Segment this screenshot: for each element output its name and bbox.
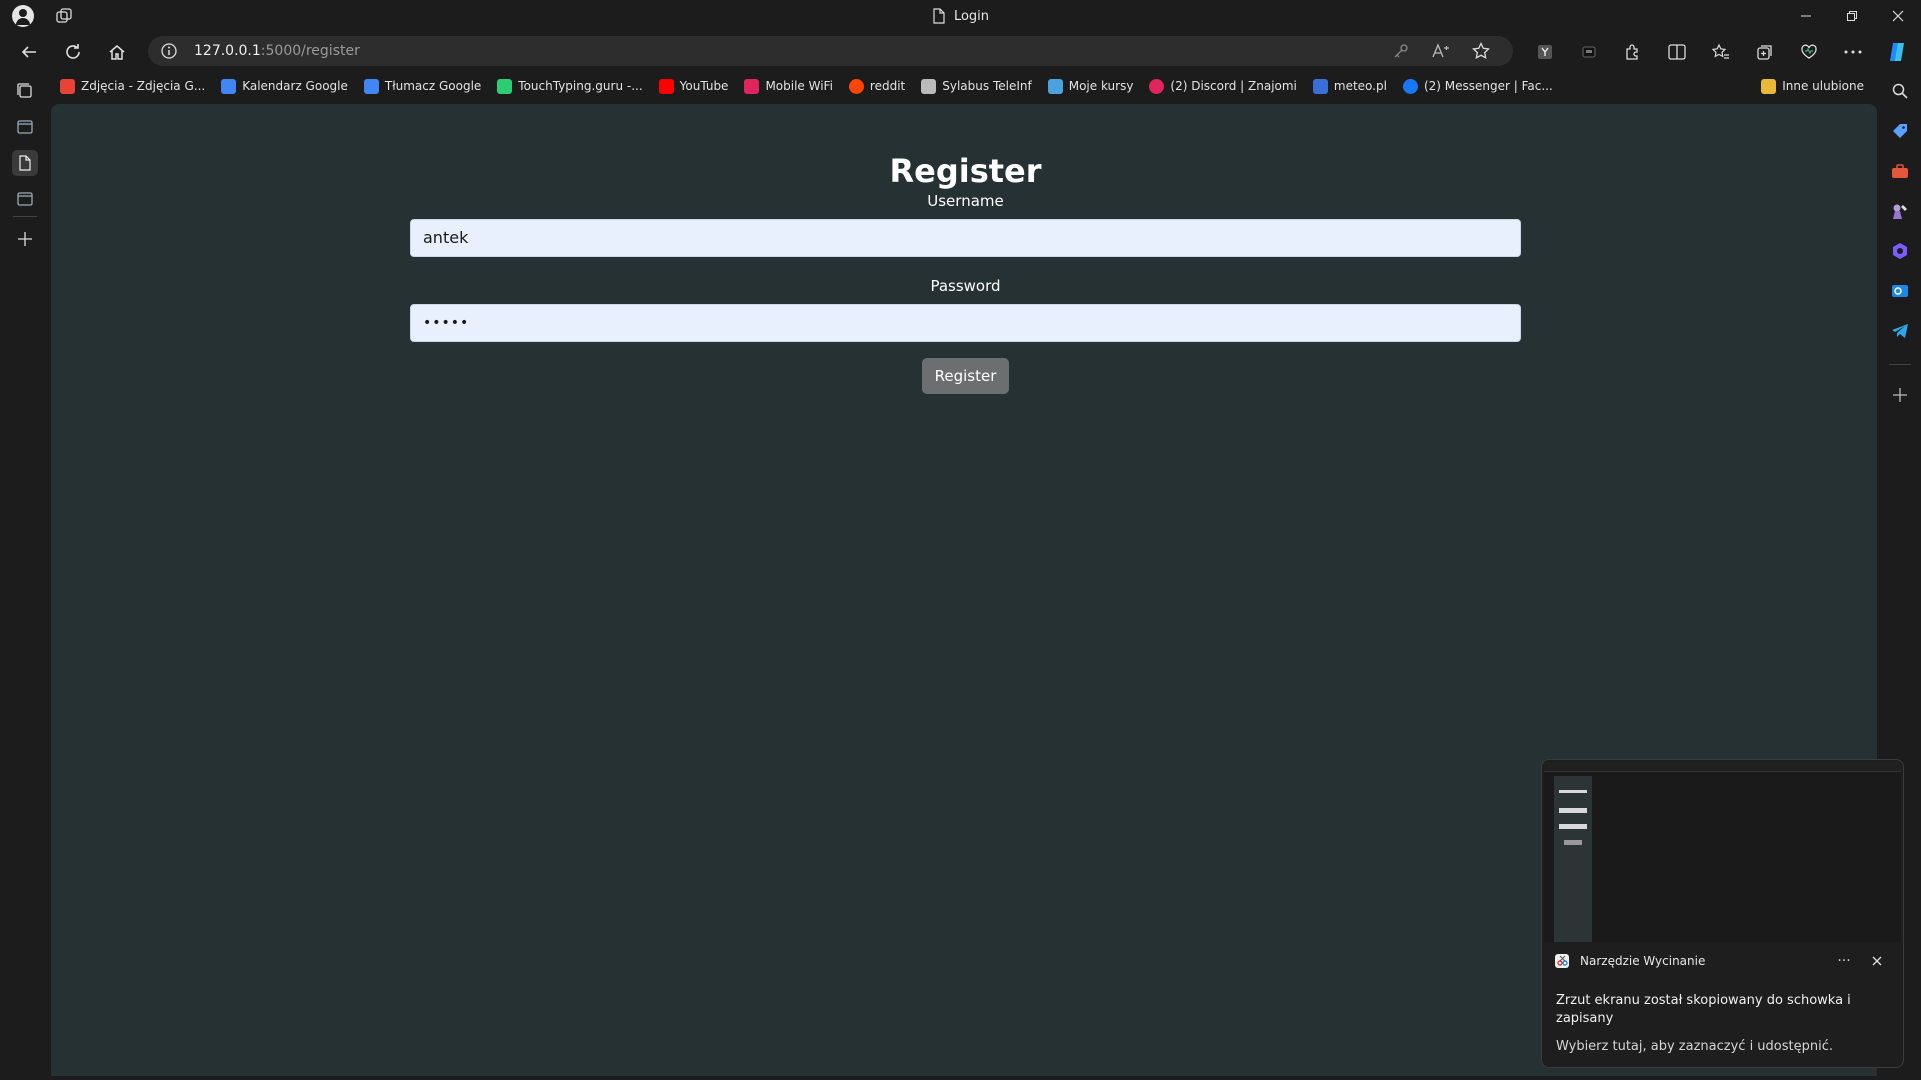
screenshot-thumbnail[interactable] <box>1544 762 1901 942</box>
key-icon[interactable] <box>1391 41 1411 61</box>
favorite-item[interactable]: (2) Discord | Znajomi <box>1141 73 1304 99</box>
window-title-text: Login <box>953 8 990 24</box>
favorite-item[interactable]: meteo.pl <box>1305 73 1395 99</box>
tab-item-icon[interactable] <box>12 114 38 140</box>
extension-mask-icon[interactable] <box>1577 40 1601 64</box>
more-options-icon[interactable] <box>1841 40 1865 64</box>
extension-y-icon[interactable] <box>1533 40 1557 64</box>
vertical-tab-bar <box>0 72 50 1080</box>
favorite-item[interactable]: YouTube <box>651 73 737 99</box>
favorite-favicon-icon <box>60 78 75 94</box>
favorite-item[interactable]: reddit <box>841 73 913 99</box>
register-button[interactable]: Register <box>922 358 1009 394</box>
add-sidebar-app-icon[interactable] <box>1889 384 1911 406</box>
favorite-item[interactable]: Moje kursy <box>1040 73 1142 99</box>
favorite-favicon-icon <box>1149 78 1165 94</box>
tab-item-icon[interactable] <box>12 186 38 212</box>
favorite-star-icon[interactable] <box>1471 41 1491 61</box>
restore-button[interactable] <box>1829 0 1875 32</box>
favorite-item[interactable]: Kalendarz Google <box>213 73 356 99</box>
tools-icon[interactable] <box>1889 160 1911 182</box>
notification-message: Zrzut ekranu został skopiowany do schowk… <box>1556 993 1851 1026</box>
snipping-tool-icon <box>1554 953 1570 969</box>
folder-icon <box>1761 78 1777 94</box>
tab-actions-icon[interactable] <box>12 78 38 104</box>
password-input[interactable]: ••••• <box>410 304 1521 342</box>
telegram-icon[interactable] <box>1889 320 1911 342</box>
favorite-favicon-icon <box>1312 78 1328 94</box>
address-bar[interactable]: 127.0.0.1:5000/register <box>148 36 1513 66</box>
shopping-tag-icon[interactable] <box>1889 120 1911 142</box>
active-tab-icon[interactable] <box>12 150 38 176</box>
window-title: Login <box>0 0 1921 32</box>
new-tab-icon[interactable] <box>12 226 38 252</box>
navigation-bar: 127.0.0.1:5000/register <box>0 32 1921 70</box>
page-title: Register <box>889 152 1042 190</box>
favorite-favicon-icon <box>658 78 674 94</box>
favorite-item[interactable]: Sylabus TeleInf <box>913 73 1039 99</box>
notification-hint: Wybierz tutaj, aby zaznaczyć i udostępni… <box>1556 1039 1834 1054</box>
games-icon[interactable] <box>1889 200 1911 222</box>
password-label: Password <box>930 277 1001 295</box>
copilot-icon[interactable] <box>1885 40 1909 64</box>
minimize-button[interactable] <box>1783 0 1829 32</box>
username-input[interactable]: antek <box>410 219 1521 257</box>
favorite-favicon-icon <box>497 78 513 94</box>
favorite-item[interactable]: TouchTyping.guru -... <box>489 73 650 99</box>
favorites-icon[interactable] <box>1709 40 1733 64</box>
favorite-item[interactable]: (2) Messenger | Fac... <box>1395 73 1561 99</box>
page-icon <box>932 8 946 24</box>
register-form: Register Username antek Password ••••• R… <box>410 150 1521 394</box>
notification-more-button[interactable]: ··· <box>1832 948 1856 974</box>
notification-app-name: Narzędzie Wycinanie <box>1580 954 1706 968</box>
favorite-favicon-icon <box>1047 78 1063 94</box>
search-icon[interactable] <box>1889 80 1911 102</box>
close-window-button[interactable] <box>1875 0 1921 32</box>
favorite-favicon-icon <box>1402 78 1418 94</box>
site-info-icon[interactable] <box>161 43 177 59</box>
favorite-favicon-icon <box>363 78 379 94</box>
browser-essentials-icon[interactable] <box>1797 40 1821 64</box>
home-icon[interactable] <box>103 38 131 66</box>
outlook-icon[interactable] <box>1889 280 1911 302</box>
favorite-favicon-icon <box>848 78 864 94</box>
notification-close-button[interactable] <box>1864 948 1890 974</box>
favorite-favicon-icon <box>921 78 937 94</box>
snipping-tool-notification[interactable]: Narzędzie Wycinanie ··· Zrzut ekranu zos… <box>1541 759 1904 1068</box>
favorite-item[interactable]: Zdjęcia - Zdjęcia G... <box>52 73 213 99</box>
notification-header: Narzędzie Wycinanie <box>1554 948 1705 974</box>
favorites-bar: Zdjęcia - Zdjęcia G... Kalendarz Google … <box>52 72 1872 100</box>
favorite-item[interactable]: Tłumacz Google <box>356 73 489 99</box>
extensions-puzzle-icon[interactable] <box>1621 40 1645 64</box>
tab-divider <box>13 216 37 217</box>
copilot-app-icon[interactable] <box>1889 240 1911 262</box>
username-label: Username <box>927 192 1004 210</box>
title-bar: Login <box>0 0 1921 32</box>
favorite-favicon-icon <box>744 78 760 94</box>
address-url[interactable]: 127.0.0.1:5000/register <box>194 36 360 66</box>
refresh-icon[interactable] <box>59 38 87 66</box>
other-favorites-folder[interactable]: Inne ulubione <box>1753 73 1872 99</box>
favorite-item[interactable]: Mobile WiFi <box>736 73 840 99</box>
favorite-favicon-icon <box>221 78 237 94</box>
read-aloud-icon[interactable] <box>1431 41 1451 61</box>
collections-icon[interactable] <box>1753 40 1777 64</box>
sidebar-divider <box>1889 364 1911 365</box>
back-icon[interactable] <box>15 38 43 66</box>
split-screen-icon[interactable] <box>1665 40 1689 64</box>
